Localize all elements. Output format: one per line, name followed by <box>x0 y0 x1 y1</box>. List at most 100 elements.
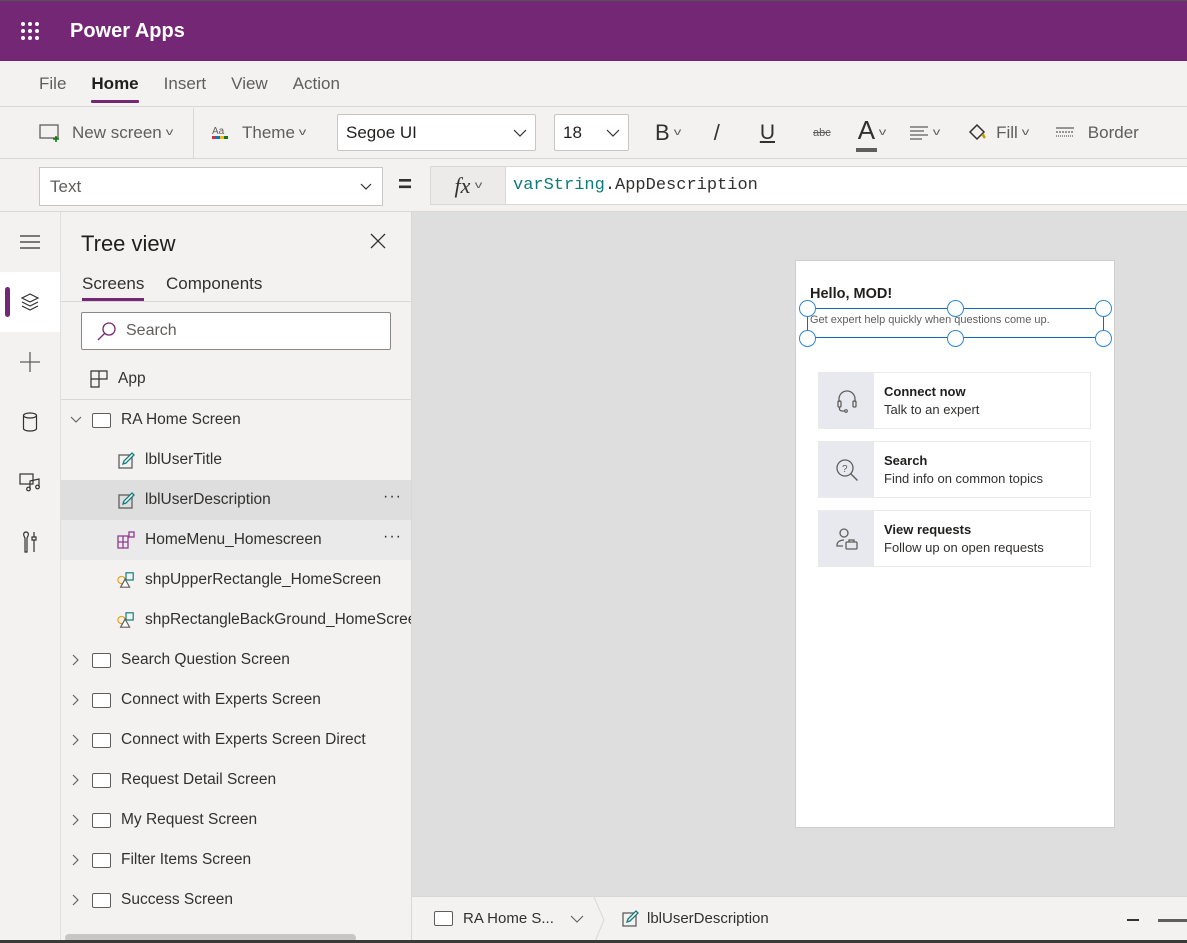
tree-item-control[interactable]: shpUpperRectangle_HomeScreen <box>61 560 411 600</box>
rail-data-button[interactable] <box>0 392 60 452</box>
app-icon <box>90 370 108 388</box>
tab-screens[interactable]: Screens <box>82 274 145 301</box>
tree-item-screen[interactable]: Request Detail Screen <box>61 760 411 800</box>
resize-handle-top[interactable] <box>947 300 964 317</box>
rail-advanced-tools-button[interactable] <box>0 512 60 572</box>
screen-icon <box>92 772 111 788</box>
strikethrough-button[interactable]: abc <box>813 127 831 139</box>
new-screen-label: New screen <box>72 122 162 142</box>
tree-item-screen[interactable]: Connect with Experts Screen <box>61 680 411 720</box>
tree-item-screen[interactable]: Filter Items Screen <box>61 840 411 880</box>
tree-item-control[interactable]: shpRectangleBackGround_HomeScreen <box>61 600 412 640</box>
formula-input[interactable]: varString .AppDescription <box>505 166 1187 205</box>
tree-item-control-selected[interactable]: lblUserDescription ··· <box>61 480 411 520</box>
card-subtitle: Follow up on open requests <box>884 540 1044 555</box>
rail-tree-view-button[interactable] <box>0 272 60 332</box>
menu-card-view-requests[interactable]: View requests Follow up on open requests <box>818 510 1091 567</box>
bold-button[interactable]: B v <box>655 120 681 146</box>
tools-icon <box>23 531 37 553</box>
breadcrumb-separator <box>593 897 605 943</box>
chevron-right-icon[interactable] <box>70 774 82 786</box>
rail-menu-button[interactable] <box>0 212 60 272</box>
tree-search-input[interactable]: Search <box>81 312 391 350</box>
rail-insert-button[interactable] <box>0 332 60 392</box>
tree-item-screen[interactable]: Success Screen <box>61 880 411 920</box>
chevron-right-icon[interactable] <box>70 734 82 746</box>
breadcrumb-screen[interactable]: RA Home S... <box>434 910 584 927</box>
more-options-button[interactable]: ··· <box>383 528 402 546</box>
shapes-icon <box>117 571 135 589</box>
tree-item-label: Request Detail Screen <box>121 771 277 788</box>
tab-home[interactable]: Home <box>91 68 139 103</box>
media-icon <box>19 473 40 492</box>
formula-variable: varString <box>513 176 605 195</box>
border-button[interactable]: Border <box>1055 123 1139 143</box>
border-label: Border <box>1087 122 1139 142</box>
fx-button[interactable]: fx v <box>430 166 506 205</box>
fill-button[interactable]: Fill v <box>966 122 1029 144</box>
menu-tabs: File Home Insert View Action <box>0 61 1187 107</box>
tree-item-screen[interactable]: Search Question Screen <box>61 640 411 680</box>
greeting-label[interactable]: Hello, MOD! <box>810 286 892 302</box>
rail-media-button[interactable] <box>0 452 60 512</box>
new-screen-button[interactable]: New screen v <box>39 123 193 143</box>
headset-icon <box>819 373 874 428</box>
zoom-out-button[interactable] <box>1127 919 1139 921</box>
close-tree-view-button[interactable] <box>369 232 391 254</box>
tab-insert[interactable]: Insert <box>164 68 207 100</box>
tab-action[interactable]: Action <box>293 68 340 100</box>
tree-item-screen[interactable]: Connect with Experts Screen Direct <box>61 720 411 760</box>
font-color-button[interactable]: A v <box>855 115 886 152</box>
chevron-right-icon[interactable] <box>70 854 82 866</box>
shapes-icon <box>117 611 135 629</box>
zoom-slider[interactable] <box>1158 919 1187 922</box>
chevron-right-icon[interactable] <box>70 694 82 706</box>
component-icon <box>117 531 135 549</box>
menu-card-search[interactable]: ? Search Find info on common topics <box>818 441 1091 498</box>
chevron-down-icon[interactable] <box>70 414 82 426</box>
close-icon <box>370 233 386 249</box>
tab-file[interactable]: File <box>39 68 66 100</box>
property-select[interactable]: Text <box>39 167 383 206</box>
tab-view[interactable]: View <box>231 68 268 100</box>
resize-handle-top-right[interactable] <box>1095 300 1112 317</box>
chevron-down-icon <box>570 915 584 923</box>
resize-handle-top-left[interactable] <box>799 300 816 317</box>
tree-item-control[interactable]: lblUserTitle <box>61 440 411 480</box>
italic-button[interactable]: / <box>714 120 720 146</box>
tree-item-control[interactable]: HomeMenu_Homescreen ··· <box>61 520 411 560</box>
tree-item-app[interactable]: App <box>61 359 411 399</box>
font-color-icon: A <box>855 115 878 152</box>
font-family-value: Segoe UI <box>346 122 417 142</box>
design-canvas[interactable]: Hello, MOD! Get expert help quickly when… <box>412 212 1187 896</box>
tree-item-screen[interactable]: RA Home Screen <box>61 400 411 440</box>
more-options-button[interactable]: ··· <box>383 488 402 506</box>
chevron-right-icon[interactable] <box>70 654 82 666</box>
theme-label: Theme <box>242 122 295 142</box>
menu-card-connect-now[interactable]: Connect now Talk to an expert <box>818 372 1091 429</box>
font-family-select[interactable]: Segoe UI <box>337 114 536 151</box>
tree-item-label: lblUserTitle <box>145 451 222 468</box>
theme-button[interactable]: Aa Theme v <box>211 123 337 143</box>
align-button[interactable]: v <box>909 125 940 141</box>
search-icon <box>97 322 116 341</box>
tree-item-label: shpRectangleBackGround_HomeScreen <box>145 611 412 628</box>
app-launcher-button[interactable] <box>0 1 60 61</box>
chevron-right-icon[interactable] <box>70 894 82 906</box>
tree-item-screen[interactable]: My Request Screen <box>61 800 411 840</box>
screen-icon <box>92 852 111 868</box>
italic-icon: / <box>713 119 720 145</box>
breadcrumb-control-label: lblUserDescription <box>647 910 769 927</box>
underline-button[interactable]: U <box>760 121 775 145</box>
chevron-right-icon[interactable] <box>70 814 82 826</box>
resize-handle-bottom[interactable] <box>947 330 964 347</box>
resize-handle-bottom-right[interactable] <box>1095 330 1112 347</box>
app-screen-preview[interactable]: Hello, MOD! Get expert help quickly when… <box>795 260 1115 828</box>
resize-handle-bottom-left[interactable] <box>799 330 816 347</box>
label-edit-icon <box>117 491 135 509</box>
breadcrumb-control[interactable]: lblUserDescription <box>622 910 769 927</box>
label-edit-icon <box>622 910 639 927</box>
font-size-select[interactable]: 18 <box>554 114 629 151</box>
ribbon-divider <box>193 107 194 158</box>
tab-components[interactable]: Components <box>166 274 262 300</box>
